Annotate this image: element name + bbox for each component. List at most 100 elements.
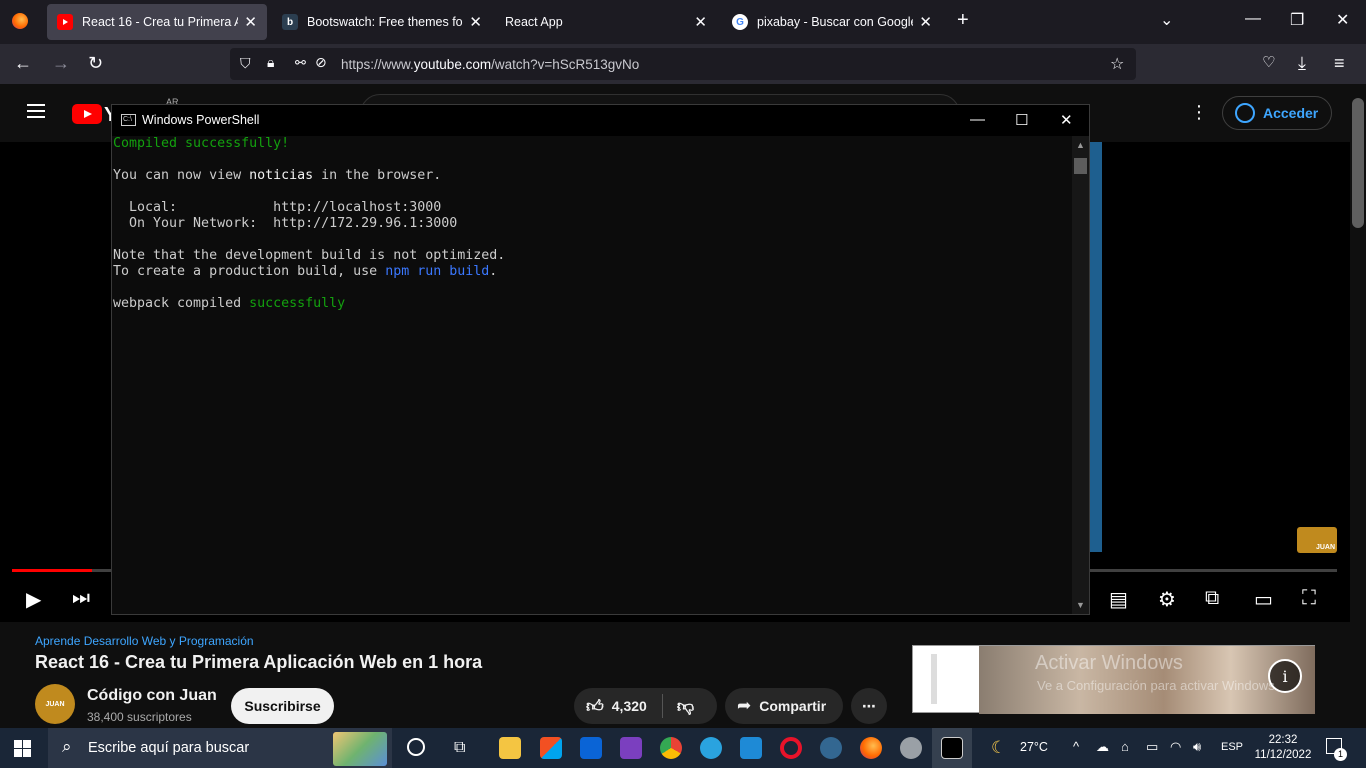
reload-icon[interactable]: ↻ (88, 53, 103, 74)
network-icon[interactable]: ⌂ (1121, 739, 1129, 754)
build-command: npm run build (385, 264, 490, 279)
weather-moon-icon[interactable]: ☾ (991, 738, 1006, 758)
google-favicon-icon: G (732, 14, 748, 30)
fullscreen-icon[interactable]: ⛶ (1302, 587, 1316, 610)
local-url: http://localhost:3000 (273, 200, 442, 215)
maximize-window-icon[interactable]: ❐ (1290, 10, 1304, 30)
share-icon: ➦ (737, 696, 752, 715)
close-tab-icon[interactable]: ✕ (919, 13, 932, 31)
powershell-titlebar[interactable]: C:\ Windows PowerShell — ☐ ✕ (112, 105, 1089, 136)
like-count[interactable]: 4,320 (612, 698, 647, 714)
telegram-icon[interactable] (700, 737, 722, 759)
share-button[interactable]: ➦ Compartir (725, 688, 843, 724)
minimize-window-icon[interactable]: — (1245, 10, 1261, 28)
settings-gear-icon[interactable]: ⚙ (1158, 587, 1176, 612)
chrome-icon[interactable] (660, 737, 682, 759)
theater-mode-icon[interactable]: ▭ (1254, 587, 1273, 612)
subscriber-count: 38,400 suscriptores (87, 710, 192, 724)
temperature[interactable]: 27°C (1020, 740, 1048, 754)
downloads-icon[interactable]: ⤓ (1298, 53, 1306, 74)
battery-icon[interactable]: ▭ (1146, 739, 1158, 755)
scroll-down-icon[interactable]: ▼ (1076, 600, 1085, 610)
youtube-logo-icon[interactable] (72, 104, 102, 124)
scrollbar-thumb[interactable] (1074, 158, 1087, 174)
app-icon[interactable] (900, 737, 922, 759)
powershell-icon: C:\ (121, 114, 136, 126)
close-window-icon[interactable]: ✕ (1336, 10, 1349, 30)
subscribe-button[interactable]: Suscribirse (231, 688, 334, 724)
show-hidden-icons-icon[interactable]: ^ (1073, 739, 1079, 754)
terminal-line: On Your Network: http://172.29.96.1:3000 (113, 216, 1072, 232)
close-icon[interactable]: ✕ (1060, 111, 1073, 129)
network-url: http://172.29.96.1:3000 (273, 216, 458, 231)
list-tabs-icon[interactable]: ⌄ (1160, 10, 1173, 30)
new-tab-button[interactable]: + (957, 9, 969, 32)
language-indicator[interactable]: ESP (1221, 741, 1243, 753)
mail-icon[interactable] (580, 737, 602, 759)
thumbs-up-icon[interactable]: 👍︎ (586, 696, 604, 717)
powershell-window[interactable]: C:\ Windows PowerShell — ☐ ✕ Compiled su… (111, 104, 1090, 615)
page-scrollbar-thumb[interactable] (1352, 98, 1364, 228)
file-explorer-icon[interactable] (499, 737, 521, 759)
scroll-up-icon[interactable]: ▲ (1076, 140, 1085, 150)
close-tab-icon[interactable]: ✕ (694, 13, 707, 31)
tab-youtube[interactable]: React 16 - Crea tu Primera Aplic ✕ (47, 4, 267, 40)
terminal-text: Local: (113, 200, 274, 215)
visual-studio-icon[interactable] (620, 737, 642, 759)
opera-icon[interactable] (780, 737, 802, 759)
vscode-icon[interactable] (740, 737, 762, 759)
wifi-icon[interactable]: ◠ (1170, 739, 1181, 755)
start-windows-icon[interactable] (14, 740, 31, 757)
hamburger-menu-icon[interactable] (27, 104, 45, 118)
minimize-icon[interactable]: — (970, 111, 985, 128)
tab-bootswatch[interactable]: b Bootswatch: Free themes for Bo ✕ (272, 4, 492, 40)
close-tab-icon[interactable]: ✕ (244, 13, 257, 31)
terminal-scrollbar[interactable]: ▲ ▼ (1072, 136, 1089, 614)
back-icon[interactable]: ← (14, 53, 32, 74)
notification-count-badge: 1 (1334, 748, 1347, 761)
terminal-output[interactable]: Compiled successfully! You can now view … (112, 136, 1072, 614)
next-video-icon[interactable]: ⏭ (72, 587, 90, 610)
forward-icon[interactable]: → (52, 53, 70, 74)
firefox-taskbar-icon[interactable] (860, 737, 882, 759)
task-view-icon[interactable]: ⧉ (454, 739, 465, 757)
channel-name[interactable]: Código con Juan (87, 687, 217, 705)
volume-icon[interactable]: 🔊︎ (1193, 739, 1201, 755)
cortana-icon[interactable] (407, 738, 425, 756)
pocket-icon[interactable]: ♡ (1262, 53, 1275, 71)
store-icon[interactable] (540, 737, 562, 759)
tab-react-app[interactable]: React App ✕ (497, 4, 717, 40)
postgresql-icon[interactable] (820, 737, 842, 759)
autoplay-blocked-icon[interactable]: ⊘ (315, 54, 327, 71)
more-options-icon[interactable]: ⋮ (1190, 102, 1208, 123)
sign-in-button[interactable]: Acceder (1222, 96, 1332, 130)
webpack-status: successfully (249, 296, 346, 311)
url-bar[interactable]: ⛉ 🔒︎ ⚯ ⊘ https://www.youtube.com/watch?v… (230, 48, 1136, 80)
hashtag-link[interactable]: Aprende Desarrollo Web y Programación (35, 634, 254, 648)
shield-icon[interactable]: ⛉ (240, 55, 251, 72)
search-highlight-image[interactable] (333, 732, 387, 766)
permissions-icon[interactable]: ⚯ (295, 55, 306, 71)
maximize-icon[interactable]: ☐ (1015, 111, 1028, 129)
taskbar-search[interactable]: ⌕ Escribe aquí para buscar (48, 728, 392, 768)
powershell-taskbar-icon[interactable] (941, 737, 963, 759)
miniplayer-icon[interactable]: ⧉ (1205, 587, 1219, 610)
url-text[interactable]: https://www.youtube.com/watch?v=hScR513g… (341, 57, 639, 72)
app-menu-icon[interactable]: ≡ (1334, 53, 1345, 74)
play-icon[interactable]: ▶ (26, 587, 41, 612)
channel-watermark[interactable]: JUAN (1297, 527, 1337, 553)
thumbs-down-icon[interactable]: 👎︎ (677, 696, 694, 717)
close-tab-icon[interactable]: ✕ (469, 13, 482, 31)
clock[interactable]: 22:32 11/12/2022 (1254, 733, 1312, 763)
page-scrollbar[interactable] (1350, 84, 1366, 728)
subtitles-icon[interactable]: ▤ (1109, 587, 1128, 612)
onedrive-cloud-icon[interactable]: ☁ (1096, 739, 1109, 755)
channel-avatar[interactable]: JUAN (35, 684, 75, 724)
firefox-menu-icon[interactable] (12, 13, 28, 29)
tab-pixabay[interactable]: G pixabay - Buscar con Google ✕ (722, 4, 942, 40)
terminal-text: To create a production build, use (113, 264, 386, 279)
more-actions-button[interactable]: ⋯ (851, 688, 887, 724)
bookmark-star-icon[interactable]: ☆ (1110, 54, 1124, 74)
lock-icon[interactable]: 🔒︎ (267, 54, 274, 71)
